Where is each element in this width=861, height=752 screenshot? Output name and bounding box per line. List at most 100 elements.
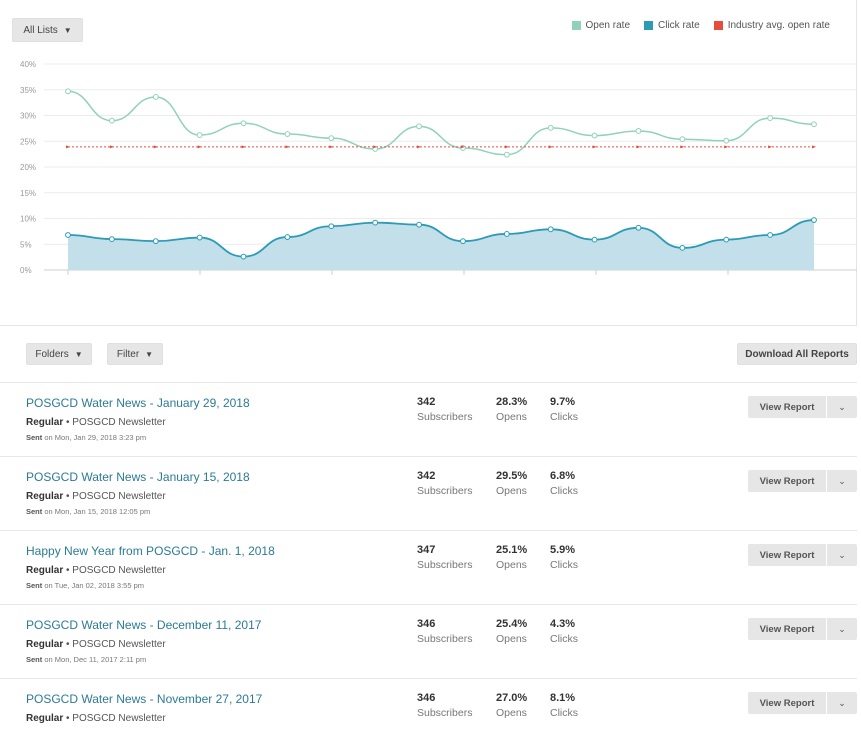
view-report-button[interactable]: View Report <box>748 618 826 640</box>
click-rate-point[interactable] <box>503 231 510 237</box>
open-rate-point[interactable] <box>635 128 642 134</box>
campaign-title-link[interactable]: POSGCD Water News - January 15, 2018 <box>26 470 250 484</box>
open-rate-point[interactable] <box>328 135 335 142</box>
click-rate-point[interactable] <box>372 219 379 226</box>
chevron-down-icon[interactable]: ⌄ <box>827 396 857 418</box>
open-rate-point[interactable] <box>811 121 817 128</box>
click-rate-point[interactable] <box>591 236 598 243</box>
opens-value: 25.4% <box>496 618 528 630</box>
subscribers-stat: 346 Subscribers <box>417 618 472 645</box>
click-rate-point[interactable] <box>284 234 291 240</box>
open-rate-point[interactable] <box>416 123 422 130</box>
click-rate-point[interactable] <box>240 253 247 260</box>
open-rate-point[interactable] <box>65 88 71 95</box>
open-rate-point[interactable] <box>723 137 730 144</box>
industry-avg-marker <box>548 145 553 149</box>
campaign-title-link[interactable]: POSGCD Water News - November 27, 2017 <box>26 692 262 706</box>
clicks-stat: 4.3% Clicks <box>550 618 578 645</box>
chevron-down-icon[interactable]: ⌄ <box>827 618 857 640</box>
campaign-row: Happy New Year from POSGCD - Jan. 1, 201… <box>0 530 857 604</box>
view-report-button[interactable]: View Report <box>748 692 826 714</box>
view-report-group: View Report ⌄ <box>748 396 857 418</box>
opens-value: 28.3% <box>496 396 528 408</box>
campaign-type: Regular • POSGCD Newsletter <box>26 417 166 428</box>
subscribers-stat: 342 Subscribers <box>417 470 472 497</box>
open-rate-point[interactable] <box>591 132 598 139</box>
open-rate-point[interactable] <box>240 120 247 127</box>
click-rate-point[interactable] <box>108 236 115 243</box>
download-label: Download All Reports <box>745 348 849 360</box>
open-rate-point[interactable] <box>108 117 115 124</box>
filter-button[interactable]: Filter ▼ <box>107 343 163 365</box>
subscribers-label: Subscribers <box>417 559 473 571</box>
campaign-sent-info: Sent on Mon, Jan 29, 2018 3:23 pm <box>26 433 146 442</box>
clicks-value: 6.8% <box>550 470 576 482</box>
open-rate-point[interactable] <box>503 151 510 158</box>
campaign-row: POSGCD Water News - December 11, 2017 Reg… <box>0 604 857 678</box>
sent-date: on Mon, Dec 11, 2017 2:11 pm <box>44 655 147 664</box>
click-rate-point[interactable] <box>767 232 774 238</box>
click-rate-point[interactable] <box>416 221 422 228</box>
click-rate-point[interactable] <box>152 238 159 245</box>
y-tick-label: 30% <box>20 112 36 121</box>
sent-prefix: Sent <box>26 581 43 590</box>
campaign-title-link[interactable]: Happy New Year from POSGCD - Jan. 1, 201… <box>26 544 275 558</box>
chevron-down-icon[interactable]: ⌄ <box>827 692 857 714</box>
click-rate-point[interactable] <box>196 234 203 241</box>
click-rate-point[interactable] <box>723 236 730 243</box>
industry-avg-marker <box>680 145 685 149</box>
chevron-down-icon[interactable]: ⌄ <box>827 470 857 492</box>
open-rate-point[interactable] <box>284 131 291 137</box>
clicks-value: 4.3% <box>550 618 576 630</box>
y-tick-label: 5% <box>20 240 32 249</box>
open-rate-point[interactable] <box>547 124 554 131</box>
sent-prefix: Sent <box>26 655 43 664</box>
open-rate-point[interactable] <box>152 94 159 100</box>
click-rate-point[interactable] <box>460 238 466 245</box>
clicks-label: Clicks <box>550 559 578 571</box>
subscribers-value: 347 <box>417 544 436 556</box>
clicks-label: Clicks <box>550 411 578 423</box>
subscribers-value: 346 <box>417 618 436 630</box>
industry-avg-marker <box>109 145 114 149</box>
view-report-group: View Report ⌄ <box>748 544 857 566</box>
view-report-button[interactable]: View Report <box>748 396 826 418</box>
download-all-reports-button[interactable]: Download All Reports <box>737 343 857 365</box>
filter-label: Filter <box>116 348 140 360</box>
open-rate-point[interactable] <box>767 115 774 121</box>
industry-avg-marker <box>285 145 290 149</box>
opens-label: Opens <box>496 559 527 571</box>
click-rate-point[interactable] <box>65 232 71 238</box>
chevron-down-icon[interactable]: ⌄ <box>827 544 857 566</box>
click-rate-point[interactable] <box>679 244 686 251</box>
opens-stat: 28.3% Opens <box>496 396 527 423</box>
y-tick-label: 35% <box>20 86 36 95</box>
opens-stat: 29.5% Opens <box>496 470 527 497</box>
y-tick-label: 10% <box>20 215 36 224</box>
view-report-button[interactable]: View Report <box>748 544 826 566</box>
folders-button[interactable]: Folders ▼ <box>26 343 92 365</box>
y-tick-label: 20% <box>20 163 36 172</box>
industry-avg-marker <box>724 145 729 149</box>
opens-label: Opens <box>496 633 527 645</box>
chevron-down-icon: ▼ <box>145 349 154 359</box>
click-rate-point[interactable] <box>811 217 817 223</box>
campaign-title-link[interactable]: POSGCD Water News - December 11, 2017 <box>26 618 261 632</box>
subscribers-value: 342 <box>417 396 436 408</box>
click-rate-point[interactable] <box>328 223 335 230</box>
industry-avg-marker <box>636 145 641 149</box>
view-report-button[interactable]: View Report <box>748 470 826 492</box>
industry-avg-marker <box>197 145 202 149</box>
campaign-title-link[interactable]: POSGCD Water News - January 29, 2018 <box>26 396 250 410</box>
opens-label: Opens <box>496 485 527 497</box>
click-rate-point[interactable] <box>635 224 642 231</box>
open-rate-point[interactable] <box>196 132 203 138</box>
open-rate-line <box>67 90 815 156</box>
click-rate-point[interactable] <box>547 226 554 233</box>
campaign-type-label: Regular <box>26 491 64 502</box>
campaign-type-label: Regular <box>26 713 64 724</box>
sent-prefix: Sent <box>26 433 43 442</box>
open-rate-point[interactable] <box>679 136 686 143</box>
view-report-group: View Report ⌄ <box>748 470 857 492</box>
industry-avg-marker <box>241 145 246 149</box>
